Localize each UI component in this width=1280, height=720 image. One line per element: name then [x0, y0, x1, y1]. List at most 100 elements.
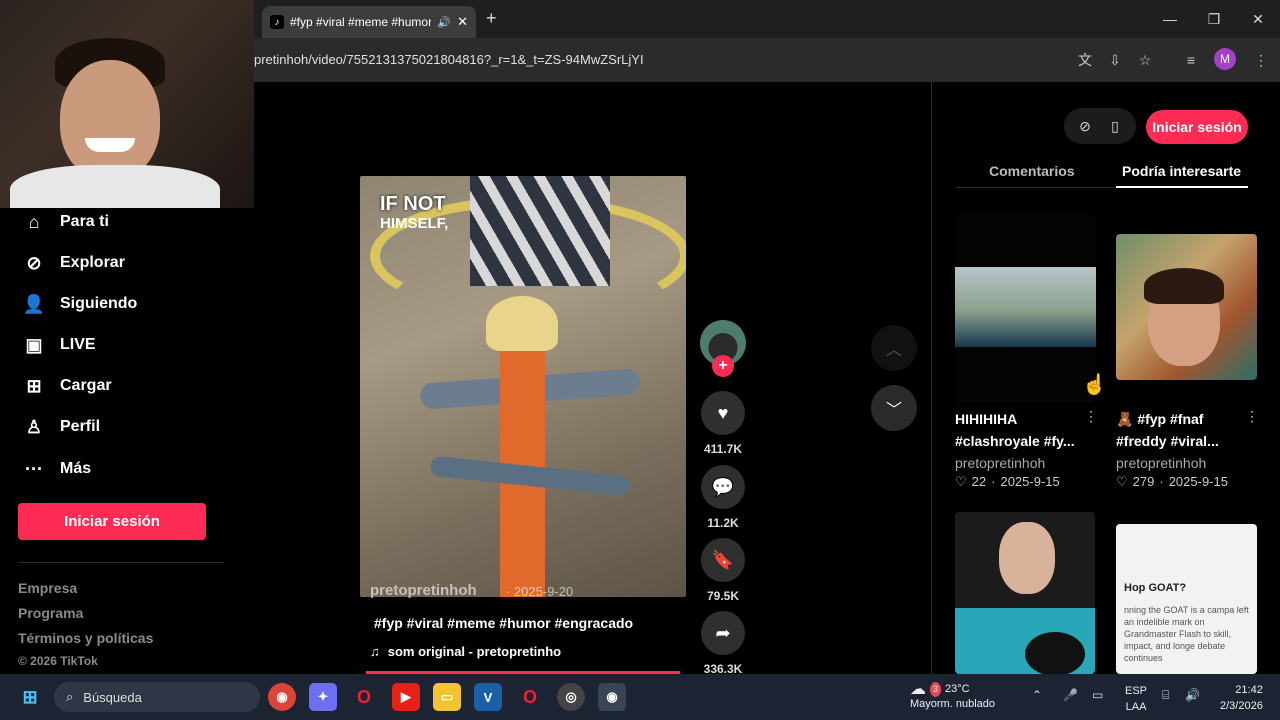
sidebar-item-live[interactable]: ▣ LIVE	[22, 333, 95, 357]
save-count: 79.5K	[706, 589, 740, 603]
close-window-button[interactable]: ✕	[1236, 6, 1280, 32]
opera-icon[interactable]: O	[350, 683, 378, 711]
card-meta: ♡ 22 · 2025-9-15	[955, 474, 1060, 490]
video-cap-shape	[486, 296, 558, 351]
taskbar-search[interactable]: ⌕ Búsqueda	[54, 682, 260, 712]
maximize-button[interactable]: ❐	[1192, 6, 1236, 32]
comment-button[interactable]: 💬	[701, 465, 745, 509]
sidebar-item-cargar[interactable]: ⊞ Cargar	[22, 374, 111, 398]
tab-podria-interesarte[interactable]: Podría interesarte	[1122, 163, 1241, 179]
sidebar-item-perfil[interactable]: ♙ Perfil	[22, 415, 100, 439]
mobile-icon[interactable]: ▯	[1099, 110, 1131, 142]
like-button[interactable]: ♥	[701, 391, 745, 435]
follow-plus-icon[interactable]: +	[712, 355, 734, 377]
sidebar-item-label: Más	[60, 460, 92, 477]
mouse-cursor-icon: ☝	[1082, 374, 1107, 396]
sidebar-item-para-ti[interactable]: ⌂ Para ti	[22, 210, 109, 234]
like-count: 411.7K	[703, 442, 743, 456]
previous-video-button[interactable]: ︿	[871, 325, 917, 371]
music-note-icon: ♫	[370, 644, 380, 659]
install-icon[interactable]: ⇩	[1104, 50, 1126, 70]
language-indicator[interactable]: ESP LAA	[1125, 683, 1147, 715]
sidebar-login-button[interactable]: Iniciar sesión	[18, 503, 206, 540]
microphone-icon[interactable]: 🎤	[1063, 688, 1078, 702]
speaker-icon[interactable]: 🔊	[437, 16, 451, 29]
cloud-icon: ☁	[910, 681, 926, 698]
youtube-icon[interactable]: ▶	[392, 683, 420, 711]
separator-dot: ·	[991, 474, 996, 489]
card-author[interactable]: pretopretinhoh	[1116, 455, 1206, 471]
opera-gx-icon[interactable]: O	[516, 683, 544, 711]
more-icon: ···	[25, 458, 43, 479]
translate-icon[interactable]: 文	[1074, 50, 1096, 70]
footer-link-programa[interactable]: Programa	[18, 605, 83, 621]
video-music[interactable]: ♫ som original - pretopretinho	[370, 644, 561, 659]
footer-link-empresa[interactable]: Empresa	[18, 580, 77, 596]
weather-desc: Mayorm. nublado	[910, 698, 995, 710]
card-title[interactable]: HIHIHIHA #clashroyale #fy...	[955, 408, 1085, 452]
chrome-icon[interactable]: ◉	[268, 683, 296, 711]
sidebar-item-explorar[interactable]: ⊘ Explorar	[22, 251, 124, 275]
header-login-button[interactable]: Iniciar sesión	[1146, 110, 1248, 144]
thumbnail-heading: Hop GOAT?	[1124, 582, 1187, 594]
tab-comentarios[interactable]: Comentarios	[989, 163, 1075, 179]
vegas-icon[interactable]: V	[474, 683, 502, 711]
bookmark-star-icon[interactable]: ☆	[1134, 50, 1156, 70]
chrome-active-icon[interactable]: ◉	[598, 683, 626, 711]
tray-expand-icon[interactable]: ⌃	[1032, 688, 1042, 702]
live-icon: ▣	[25, 334, 43, 355]
file-explorer-icon[interactable]: ▭	[433, 683, 461, 711]
chevron-down-icon: ﹀	[885, 402, 902, 419]
card-author[interactable]: pretopretinhoh	[955, 455, 1045, 471]
share-button[interactable]: ➦	[701, 611, 745, 655]
sidebar-item-mas[interactable]: ··· Más	[22, 457, 91, 481]
bookmark-icon: 🔖	[711, 549, 735, 570]
following-icon: 👤	[22, 293, 46, 314]
language-line1: ESP	[1125, 685, 1148, 697]
taskbar-clock[interactable]: 21:42 2/3/2026	[1220, 682, 1263, 714]
comment-count: 11.2K	[707, 516, 739, 530]
upload-icon: ⊞	[26, 375, 42, 396]
windows-start-icon[interactable]: ⊞	[16, 683, 44, 711]
video-player[interactable]	[360, 176, 686, 597]
browser-tab[interactable]: ♪ #fyp #viral #meme #humor 🔊 ✕	[262, 6, 476, 38]
card-thumbnail[interactable]: Hop GOAT? nning the GOAT is a campa left…	[1116, 524, 1257, 674]
clock-date: 2/3/2026	[1220, 700, 1263, 712]
menu-kebab-icon[interactable]: ⋮	[1250, 50, 1272, 70]
profile-avatar[interactable]: M	[1214, 48, 1236, 70]
card-options-icon[interactable]: ⋮	[1245, 408, 1259, 425]
app-icon[interactable]: ◎	[557, 683, 585, 711]
webcam-shirt	[10, 165, 220, 208]
card-thumbnail[interactable]	[1116, 234, 1257, 380]
copilot-icon[interactable]: ✦	[309, 683, 337, 711]
tray-app-icon[interactable]: ▭	[1092, 688, 1103, 702]
sidebar-item-label: Para ti	[60, 213, 109, 230]
card-title[interactable]: 🧸 #fyp #fnaf #freddy #viral...	[1116, 408, 1246, 452]
minimize-button[interactable]: —	[1148, 6, 1192, 32]
card-thumbnail[interactable]	[955, 215, 1096, 403]
next-video-button[interactable]: ﹀	[871, 385, 917, 431]
network-icon[interactable]: ⌸	[1162, 688, 1169, 703]
webcam-smile	[85, 138, 135, 152]
tiktok-icon: ♪	[270, 15, 284, 29]
comment-icon: 💬	[711, 476, 735, 497]
close-tab-icon[interactable]: ✕	[457, 14, 468, 30]
card-options-icon[interactable]: ⋮	[1084, 408, 1098, 425]
footer-link-terminos[interactable]: Términos y políticas	[18, 630, 153, 646]
tab-active-indicator	[1116, 186, 1248, 188]
new-tab-button[interactable]: +	[486, 8, 497, 29]
video-watermark: pretopretinhoh	[370, 582, 477, 599]
volume-icon[interactable]: 🔊	[1185, 688, 1200, 702]
separator-dot: ·	[1159, 474, 1164, 489]
media-control-icon[interactable]: ≡	[1180, 50, 1202, 70]
weather-temp: 23°C	[945, 683, 970, 695]
save-button[interactable]: 🔖	[701, 538, 745, 582]
search-icon: ⌕	[66, 689, 74, 704]
sidebar-item-siguiendo[interactable]: 👤 Siguiendo	[22, 292, 138, 316]
video-caption[interactable]: #fyp #viral #meme #humor #engracado	[374, 615, 633, 631]
explore-mode-icon[interactable]: ⊘	[1069, 110, 1101, 142]
card-thumbnail[interactable]	[955, 512, 1095, 674]
weather-widget[interactable]: ☁ 3 23°C Mayorm. nublado	[910, 682, 995, 712]
url-field[interactable]: pretinhoh/video/7552131375021804816?_r=1…	[254, 52, 644, 67]
right-panel-divider	[931, 82, 932, 674]
